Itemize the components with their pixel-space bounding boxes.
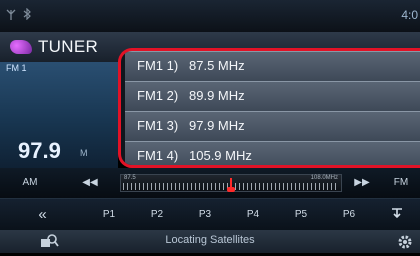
preset-list: FM1 1) 87.5 MHz FM1 2) 89.9 MHz FM1 3) 9… xyxy=(118,48,420,168)
tuner-logo-icon xyxy=(10,40,32,54)
scale-min-label: 87.5 xyxy=(124,175,136,181)
status-bar: 4:0 xyxy=(0,0,420,32)
preset-name: FM1 3) xyxy=(137,118,179,133)
preset-frequency: 89.9 MHz xyxy=(189,88,245,103)
seek-forward-button[interactable]: ▶▶ xyxy=(342,168,382,198)
seek-back-button[interactable]: ◀◀ xyxy=(60,168,120,198)
preset-button-p6[interactable]: P6 xyxy=(325,199,373,231)
preset-name: FM1 1) xyxy=(137,58,179,73)
preset-name: FM1 2) xyxy=(137,88,179,103)
preset-frequency: 87.5 MHz xyxy=(189,58,245,73)
preset-name: FM1 4) xyxy=(137,148,179,163)
preset-button-p3[interactable]: P3 xyxy=(181,199,229,231)
now-playing-panel: FM 1 97.9 M xyxy=(0,62,118,168)
preset-frequency: 97.9 MHz xyxy=(189,118,245,133)
frequency-unit: M xyxy=(80,148,88,158)
preset-buttons-bar: « P1 P2 P3 P4 P5 P6 xyxy=(0,198,420,231)
preset-button-p4[interactable]: P4 xyxy=(229,199,277,231)
tuning-bar: AM ◀◀ 87.5 108.0MHz ▶▶ FM xyxy=(0,168,420,198)
preset-item-3[interactable]: FM1 3) 97.9 MHz xyxy=(125,111,420,142)
preset-button-p5[interactable]: P5 xyxy=(277,199,325,231)
search-icon[interactable] xyxy=(40,233,60,254)
band-label: FM 1 xyxy=(6,63,27,73)
scale-max-label: 108.0MHz xyxy=(310,175,338,181)
current-frequency: 97.9 xyxy=(18,138,61,163)
status-text: Locating Satellites xyxy=(165,234,255,246)
antenna-icon xyxy=(6,8,16,23)
tuning-needle[interactable] xyxy=(227,178,235,192)
tuning-scale[interactable]: 87.5 108.0MHz xyxy=(120,174,342,192)
preset-frequency: 105.9 MHz xyxy=(189,148,252,163)
memory-icon[interactable] xyxy=(373,199,420,231)
preset-prev-button[interactable]: « xyxy=(0,199,85,231)
preset-item-4[interactable]: FM1 4) 105.9 MHz xyxy=(125,141,420,165)
preset-item-2[interactable]: FM1 2) 89.9 MHz xyxy=(125,81,420,112)
preset-button-p2[interactable]: P2 xyxy=(133,199,181,231)
clock: 4:0 xyxy=(401,8,418,22)
page-title: TUNER xyxy=(38,37,99,56)
preset-item-1[interactable]: FM1 1) 87.5 MHz xyxy=(125,51,420,82)
preset-button-p1[interactable]: P1 xyxy=(85,199,133,231)
bluetooth-icon xyxy=(22,7,32,23)
am-button[interactable]: AM xyxy=(0,168,60,198)
fm-button[interactable]: FM xyxy=(382,168,420,198)
bottom-bar: Locating Satellites xyxy=(0,230,420,253)
